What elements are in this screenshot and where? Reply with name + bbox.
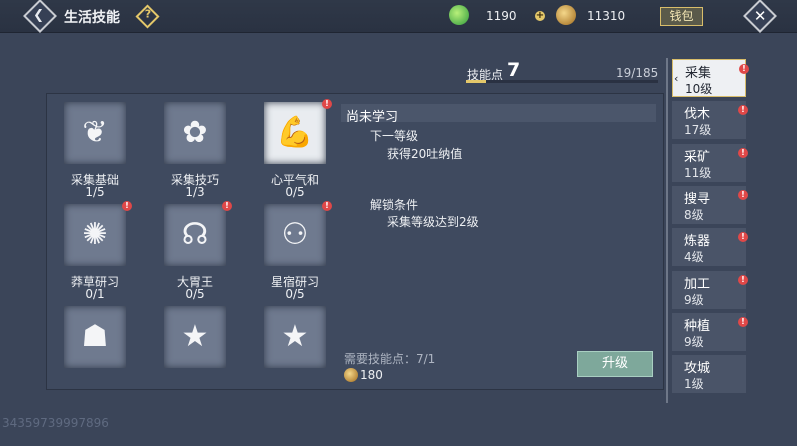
alert-icon: ! <box>738 189 748 200</box>
skill-slot[interactable]: ❦ 采集基础 1/5 <box>54 95 144 199</box>
skill-icon-box[interactable]: ☗ <box>64 306 126 368</box>
wallet-button[interactable]: 钱包 <box>660 7 703 26</box>
cost-value: 180 <box>360 368 383 382</box>
category-name: 种植 <box>684 318 711 334</box>
category-divider <box>666 58 668 403</box>
skill-grid[interactable]: ❦ 采集基础 1/5 ✿ 采集技巧 1/3 💪! 心平气和 0/5 ✺! 莽草研习 0/1 ☊! 大胃王 0… <box>46 93 336 388</box>
alert-icon: ! <box>122 201 132 211</box>
category-level: 10级 <box>685 82 713 96</box>
skill-icon-box[interactable]: ❦ <box>64 102 126 164</box>
alert-icon: ! <box>738 232 748 243</box>
skill-points-count: 19/185 <box>616 66 659 80</box>
player-uid: 34359739997896 <box>2 416 109 430</box>
gold-cost-icon <box>344 368 358 382</box>
category-level: 11级 <box>684 165 712 180</box>
required-points: 需要技能点：7/1 <box>344 352 436 366</box>
skill-slot[interactable]: ☊! 大胃王 0/5 <box>154 197 244 301</box>
muscle-torso-icon: ☗ <box>81 319 109 354</box>
unlock-text: 采集等级达到2级 <box>387 215 479 229</box>
next-level-label: 下一等级 <box>370 129 419 143</box>
skill-icon-box[interactable]: ★ <box>164 306 226 368</box>
category-name: 采矿 <box>684 149 711 165</box>
skill-slot[interactable]: ★ <box>254 299 336 388</box>
unlock-label: 解锁条件 <box>370 198 419 212</box>
skill-icon-box[interactable]: 💪 <box>264 102 326 164</box>
category-tab[interactable]: 加工 9级! <box>672 270 748 309</box>
flexed-arm-icon: 💪 <box>276 115 314 150</box>
skill-points-bar-fill <box>466 80 486 83</box>
alert-icon: ! <box>738 316 748 327</box>
alert-icon: ! <box>322 99 332 109</box>
skill-slot[interactable]: ✿ 采集技巧 1/3 <box>154 95 244 199</box>
category-tab[interactable]: 种植 9级! <box>672 312 748 351</box>
skill-icon-box[interactable]: ✿ <box>164 102 226 164</box>
alert-icon: ! <box>738 105 748 116</box>
category-name: 加工 <box>684 276 711 292</box>
herb-icon: ✺ <box>82 217 108 252</box>
gold-currency-icon <box>556 5 576 25</box>
skill-slot[interactable]: ★ <box>154 299 244 388</box>
category-tab[interactable]: 炼器 4级! <box>672 228 748 267</box>
category-name: 攻城 <box>684 361 711 377</box>
skill-icon-box[interactable]: ☊ <box>164 204 226 266</box>
category-tab[interactable]: 伐木 17级! <box>672 101 748 140</box>
currency2-value: 11310 <box>587 9 626 23</box>
alert-icon: ! <box>222 201 232 211</box>
star-banner-icon: ★ <box>181 319 209 354</box>
skill-icon-box[interactable]: ★ <box>264 306 326 368</box>
skill-icon-box[interactable]: ⚇ <box>264 204 326 266</box>
category-level: 8级 <box>684 207 704 222</box>
category-name: 采集 <box>685 66 712 81</box>
category-level: 17级 <box>684 123 712 138</box>
category-tab[interactable]: 搜寻 8级! <box>672 185 748 224</box>
alert-icon: ! <box>738 274 748 285</box>
category-level: 9级 <box>684 334 704 349</box>
skill-status: 尚未学习 <box>346 110 399 125</box>
add-currency-icon[interactable]: + <box>535 11 545 21</box>
currency1-value: 1190 <box>486 9 517 23</box>
alert-icon: ! <box>322 201 332 211</box>
flower-icon: ✿ <box>182 115 208 150</box>
jade-currency-icon <box>449 5 469 25</box>
skill-slot[interactable]: ⚇! 星宿研习 0/5 <box>254 197 336 301</box>
page-title: 生活技能 <box>64 10 120 26</box>
category-level: 9级 <box>684 292 704 307</box>
wheat-icon: ❦ <box>82 115 108 150</box>
category-tab[interactable]: 采矿 11级! <box>672 143 748 182</box>
next-level-text: 获得20吐纳值 <box>387 147 463 161</box>
skill-points-value: 7 <box>507 59 521 81</box>
chevron-left-icon: ❮ <box>33 7 45 23</box>
category-tab[interactable]: ‹ 采集 10级! <box>672 59 749 97</box>
alert-icon: ! <box>738 147 748 158</box>
category-name: 炼器 <box>684 234 711 250</box>
skill-slot[interactable]: 💪! 心平气和 0/5 <box>254 95 336 199</box>
skill-points-bar <box>466 80 658 83</box>
skill-icon-box[interactable]: ✺ <box>64 204 126 266</box>
help-label: ? <box>144 7 152 21</box>
category-level: 1级 <box>684 377 704 392</box>
category-level: 4级 <box>684 250 704 265</box>
close-icon: ✕ <box>753 7 767 26</box>
category-name: 搜寻 <box>684 191 711 207</box>
category-tab[interactable]: 攻城 1级 <box>672 355 746 394</box>
skill-slot[interactable]: ☗ <box>54 299 144 388</box>
constellation-icon: ⚇ <box>281 217 309 252</box>
upgrade-button[interactable]: 升级 <box>577 351 653 377</box>
skill-slot[interactable]: ✺! 莽草研习 0/1 <box>54 197 144 301</box>
star-banner-icon: ★ <box>281 319 309 354</box>
category-name: 伐木 <box>684 107 711 123</box>
chevron-left-icon: ‹ <box>674 72 679 85</box>
stomach-icon: ☊ <box>181 217 209 252</box>
alert-icon: ! <box>739 64 749 74</box>
